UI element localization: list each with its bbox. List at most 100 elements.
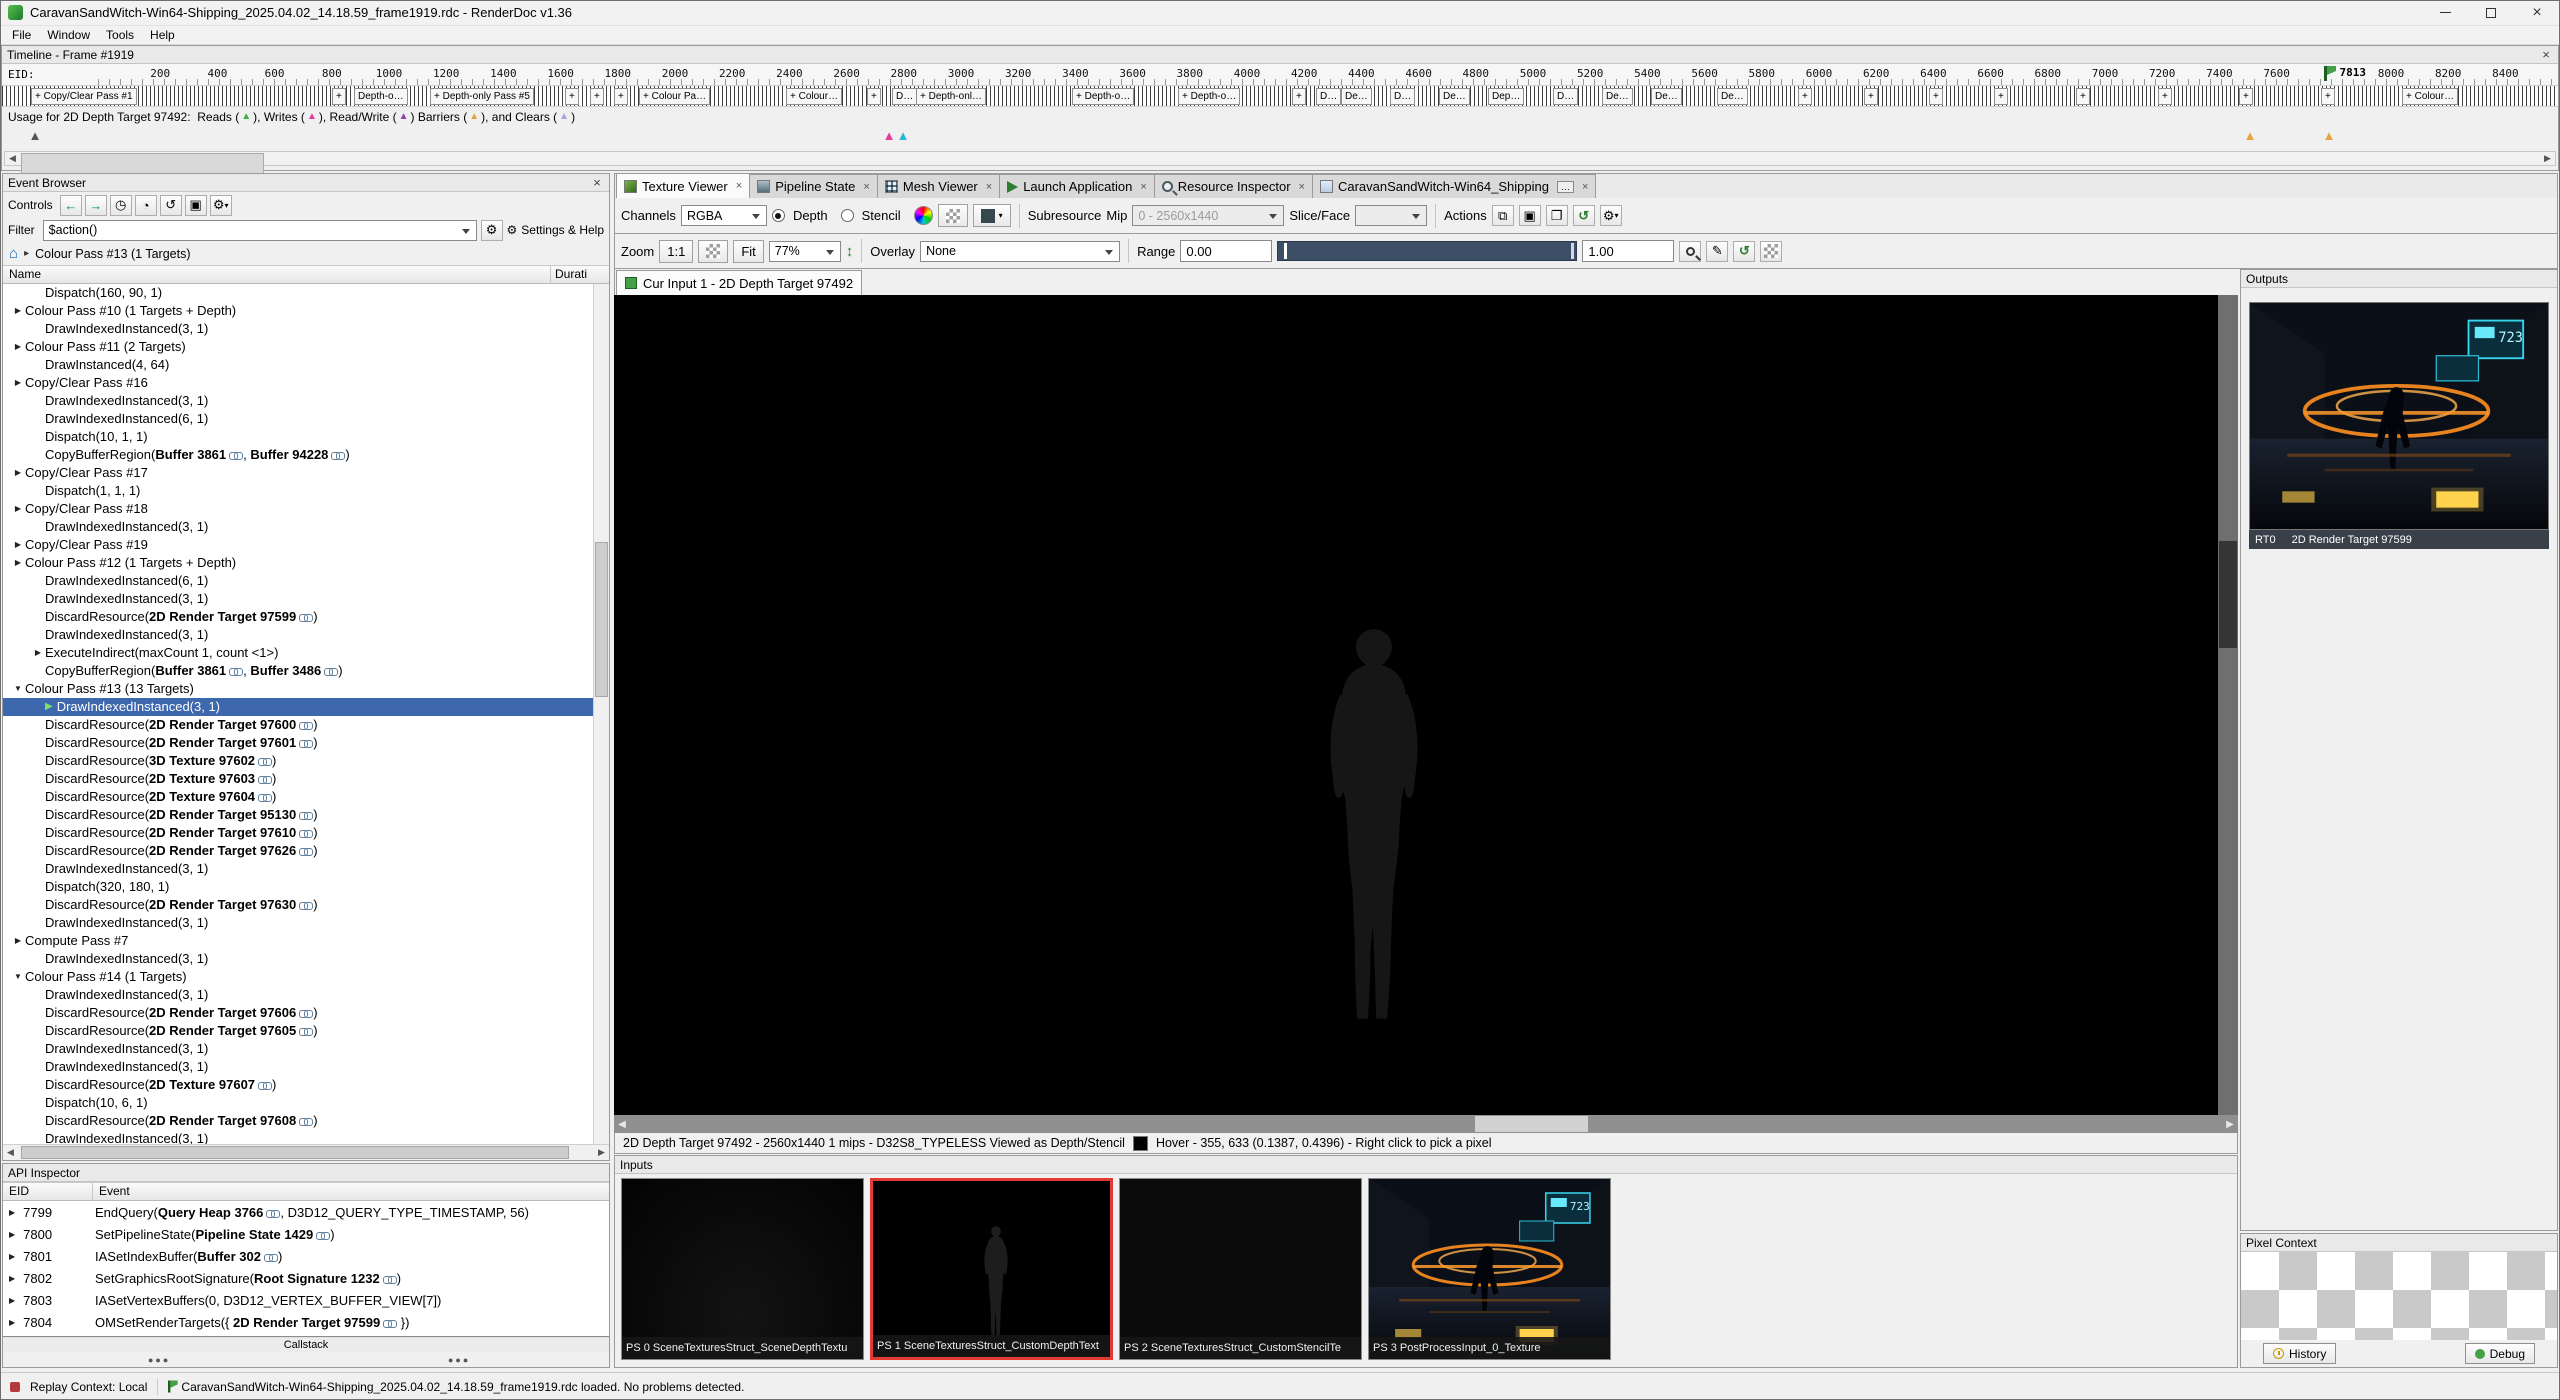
scroll-left-icon[interactable]: ◀ [5, 152, 20, 165]
pass-chip[interactable]: + [2158, 88, 2172, 105]
event-row[interactable]: CopyBufferRegion(Buffer 3861, Buffer 348… [3, 662, 609, 680]
pass-chip[interactable]: + [565, 88, 579, 105]
event-row[interactable]: Dispatch(320, 180, 1) [3, 878, 609, 896]
vscroll-thumb[interactable] [2219, 541, 2237, 648]
resource-link-icon[interactable] [299, 1028, 312, 1035]
replay-context-icon[interactable] [10, 1382, 20, 1392]
event-row[interactable]: ▶Compute Pass #7 [3, 932, 609, 950]
event-row[interactable]: Dispatch(1, 1, 1) [3, 482, 609, 500]
pass-chip[interactable]: De… [1651, 88, 1682, 105]
event-row[interactable]: DrawIndexedInstanced(3, 1) [3, 1130, 609, 1144]
event-row[interactable]: ▶ExecuteIndirect(maxCount 1, count <1>) [3, 644, 609, 662]
zoom-1to1-button[interactable]: 1:1 [659, 240, 693, 263]
splitter-grip-icon[interactable]: ●●● [448, 1355, 470, 1365]
copy-action-button[interactable]: ⧉ [1492, 205, 1514, 226]
resource-link-icon[interactable] [299, 902, 312, 909]
event-row[interactable]: DrawIndexedInstanced(6, 1) [3, 572, 609, 590]
pass-chip[interactable]: De… [1602, 88, 1633, 105]
range-black-handle[interactable] [1284, 243, 1287, 259]
event-row[interactable]: DrawIndexedInstanced(3, 1) [3, 950, 609, 968]
callstack-bar[interactable]: Callstack [3, 1336, 609, 1352]
scroll-right-icon[interactable]: ▶ [594, 1145, 609, 1160]
resource-link-icon[interactable] [258, 776, 271, 783]
event-row[interactable]: DiscardResource(2D Render Target 97626) [3, 842, 609, 860]
api-row[interactable]: ▶7801IASetIndexBuffer(Buffer 302) [3, 1245, 609, 1267]
event-row[interactable]: DrawInstanced(4, 64) [3, 356, 609, 374]
resource-link-icon[interactable] [299, 740, 312, 747]
pass-chip[interactable]: D… [1390, 88, 1415, 105]
pass-chip[interactable]: + [1929, 88, 1943, 105]
pass-chip[interactable]: + [867, 88, 881, 105]
expand-arrow[interactable]: ▶ [11, 338, 25, 356]
event-row[interactable]: DrawIndexedInstanced(3, 1) [3, 986, 609, 1004]
pass-chip[interactable]: + Depth-o… [1072, 88, 1134, 105]
column-event[interactable]: Event [93, 1183, 609, 1200]
expand-arrow[interactable]: ▶ [9, 1274, 15, 1283]
pass-chip[interactable]: + Copy/Clear Pass #1 [31, 88, 137, 105]
scroll-right-icon[interactable]: ▶ [2222, 1115, 2238, 1133]
event-row[interactable]: ▶Copy/Clear Pass #17 [3, 464, 609, 482]
menu-tools[interactable]: Tools [98, 28, 142, 42]
tab-resource-inspector[interactable]: Resource Inspector× [1154, 174, 1313, 198]
menu-window[interactable]: Window [39, 28, 98, 42]
scroll-left-icon[interactable]: ◀ [614, 1115, 630, 1133]
autofit-range-button[interactable] [1679, 241, 1701, 262]
reset-range-button[interactable]: ↺ [1733, 241, 1755, 262]
event-row[interactable]: Dispatch(160, 90, 1) [3, 284, 609, 302]
input-thumbnail[interactable]: PS 2 SceneTexturesStruct_CustomStencilTe [1119, 1178, 1362, 1360]
event-row[interactable]: Dispatch(10, 6, 1) [3, 1094, 609, 1112]
resource-link-icon[interactable] [264, 1254, 277, 1261]
pass-chip[interactable]: + [1798, 88, 1812, 105]
checkerboard-background-button[interactable] [938, 204, 968, 227]
jump-forward-button[interactable]: → [85, 195, 107, 216]
input-thumbnail[interactable]: 723 PS 3 PostProcessInput_0_Texture [1368, 1178, 1611, 1360]
range-min-input[interactable]: 0.00 [1180, 240, 1272, 262]
event-row[interactable]: DrawIndexedInstanced(3, 1) [3, 626, 609, 644]
column-name[interactable]: Name [3, 266, 551, 283]
tab-texture-viewer[interactable]: Texture Viewer× [616, 173, 750, 198]
resource-link-icon[interactable] [299, 848, 312, 855]
event-row[interactable]: ▶DrawIndexedInstanced(3, 1) [3, 698, 609, 716]
close-icon[interactable]: × [863, 181, 869, 193]
pass-chip[interactable]: + Depth-onl… [916, 88, 986, 105]
timeline-scrollbar[interactable]: ◀ ▶ [4, 151, 2556, 166]
expand-arrow[interactable]: ▶ [11, 374, 25, 392]
expand-arrow[interactable]: ▶ [9, 1208, 15, 1217]
pixel-context-view[interactable] [2241, 1252, 2557, 1340]
event-row[interactable]: DrawIndexedInstanced(3, 1) [3, 590, 609, 608]
slice-face-select[interactable] [1355, 205, 1427, 226]
goto-resource-button[interactable]: ↺ [1573, 205, 1595, 226]
resource-link-icon[interactable] [383, 1276, 396, 1283]
tab-launch-application[interactable]: Launch Application× [999, 174, 1155, 198]
event-row[interactable]: DiscardResource(2D Render Target 97605) [3, 1022, 609, 1040]
debug-button[interactable]: Debug [2465, 1343, 2535, 1364]
pass-chip[interactable]: + [2076, 88, 2090, 105]
timeline-passbar[interactable]: + Copy/Clear Pass #1+Depth-o…+ Depth-onl… [2, 86, 2558, 107]
expand-arrow[interactable]: ▶ [11, 464, 25, 482]
close-icon[interactable]: × [1140, 181, 1146, 193]
event-row[interactable]: ▶Copy/Clear Pass #18 [3, 500, 609, 518]
pass-chip[interactable]: + Depth-o… [1178, 88, 1240, 105]
resource-link-icon[interactable] [331, 452, 344, 459]
event-row[interactable]: DrawIndexedInstanced(6, 1) [3, 410, 609, 428]
zoom-grid-button[interactable] [698, 240, 728, 263]
pass-chip[interactable]: + Colour Pa… [639, 88, 710, 105]
event-row[interactable]: ▼Colour Pass #14 (1 Targets) [3, 968, 609, 986]
save-action-button[interactable]: ▣ [1519, 205, 1541, 226]
clock-button[interactable]: ◔ [135, 195, 157, 216]
pass-chip[interactable]: + [590, 88, 604, 105]
pass-chip[interactable]: + [2321, 88, 2335, 105]
resource-link-icon[interactable] [258, 758, 271, 765]
resource-link-icon[interactable] [299, 614, 312, 621]
event-row[interactable]: DiscardResource(2D Render Target 97601) [3, 734, 609, 752]
event-row[interactable]: CopyBufferRegion(Buffer 3861, Buffer 942… [3, 446, 609, 464]
expand-arrow[interactable]: ▶ [9, 1318, 15, 1327]
event-row[interactable]: DiscardResource(2D Texture 97603) [3, 770, 609, 788]
pass-chip[interactable]: + [332, 88, 346, 105]
expand-arrow[interactable]: ▶ [9, 1252, 15, 1261]
pass-chip[interactable]: + Colour… [2402, 88, 2458, 105]
scroll-right-icon[interactable]: ▶ [2540, 152, 2555, 165]
time-durations-button[interactable]: ◷ [110, 195, 132, 216]
settings-help-link[interactable]: ⚙Settings & Help [507, 223, 604, 237]
expand-arrow[interactable]: ▶ [11, 932, 25, 950]
